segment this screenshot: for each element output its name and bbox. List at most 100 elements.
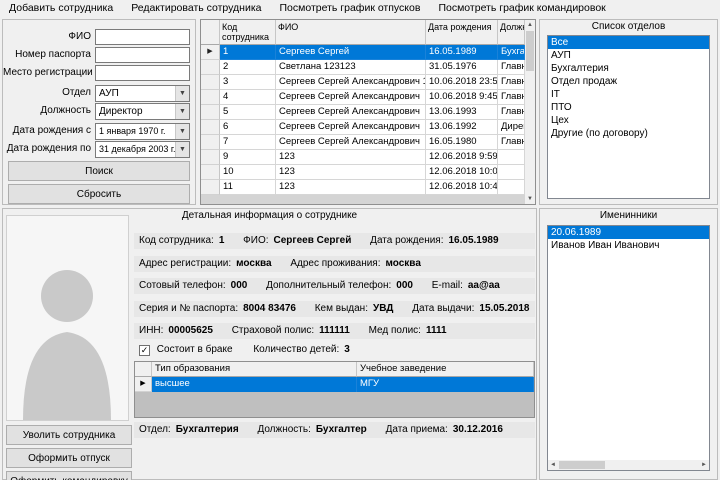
list-item[interactable]: Все: [548, 36, 709, 49]
cell-position: [498, 180, 525, 195]
list-item[interactable]: Отдел продаж: [548, 75, 709, 88]
cell-code: 2: [220, 60, 276, 75]
table-row[interactable]: 6 Сергеев Сергей Александрович 13.06.199…: [201, 120, 525, 135]
row-header: [201, 120, 220, 135]
passport-input[interactable]: [95, 47, 190, 63]
row-header: [201, 135, 220, 150]
fire-employee-button[interactable]: Уволить сотрудника: [6, 425, 132, 445]
departments-title: Список отделов: [591, 21, 666, 32]
position-label: Должность:: [257, 424, 311, 435]
med-policy-value: 1111: [425, 325, 447, 336]
table-row[interactable]: 11 123 12.06.2018 10:47: [201, 180, 525, 195]
position-select[interactable]: Директор ▼: [95, 103, 190, 120]
column-header-fio[interactable]: ФИО: [276, 20, 426, 45]
passport-label: Серия и № паспорта:: [139, 303, 239, 314]
birth-to-datepicker[interactable]: 31 декабря 2003 г. ▼: [95, 141, 190, 158]
email-label: E-mail:: [431, 280, 463, 291]
detail-row-job: Отдел: Бухгалтерия Должность: Бухгалтер Да…: [134, 422, 535, 438]
department-select[interactable]: АУП ▼: [95, 85, 190, 102]
table-row[interactable]: 5 Сергеев Сергей Александрович 13.06.199…: [201, 105, 525, 120]
cell-code: 9: [220, 150, 276, 165]
grid-vertical-scrollbar[interactable]: ▲ ▼: [525, 20, 535, 204]
table-row[interactable]: 9 123 12.06.2018 9:59: [201, 150, 525, 165]
cell-code: 11: [220, 180, 276, 195]
table-row[interactable]: 3 Сергеев Сергей Александрович 123123 10…: [201, 75, 525, 90]
table-row[interactable]: ▶ высшее МГУ: [135, 377, 534, 392]
cell-position: Бухгалтер: [498, 45, 525, 60]
row-header: [201, 60, 220, 75]
scroll-right-icon[interactable]: ►: [699, 462, 709, 468]
birth-from-value: 1 января 1970 г.: [99, 126, 166, 136]
scroll-left-icon[interactable]: ◄: [548, 462, 558, 468]
cell-position: [498, 150, 525, 165]
arrange-trip-button[interactable]: Оформить командировку: [6, 471, 132, 480]
list-item[interactable]: 20.06.1989: [548, 226, 709, 239]
list-item[interactable]: Бухгалтерия: [548, 62, 709, 75]
children-label: Количество детей:: [253, 344, 340, 355]
chevron-down-icon: ▼: [175, 86, 189, 101]
birth-label: Дата рождения:: [370, 235, 444, 246]
menu-trip-schedule[interactable]: Посмотреть график командировок: [429, 0, 614, 17]
birth-value: 16.05.1989: [448, 235, 499, 246]
employee-grid: Код сотрудника ФИО Дата рождения Должнос…: [200, 19, 536, 205]
column-header-birth[interactable]: Дата рождения: [426, 20, 498, 45]
birthdays-panel: Именинники 20.06.1989 Иванов Иван Иванов…: [539, 208, 718, 480]
grid-corner-cell: [135, 362, 152, 377]
table-row[interactable]: 2 Светлана 123123 31.05.1976 Главный: [201, 60, 525, 75]
birthdays-horizontal-scrollbar[interactable]: ◄ ►: [548, 460, 709, 470]
table-row[interactable]: 4 Сергеев Сергей Александрович 10.06.201…: [201, 90, 525, 105]
cell-fio: Сергеев Сергей Александрович: [276, 90, 426, 105]
detail-row-passport: Серия и № паспорта: 8004 83476 Кем выдан:…: [134, 301, 535, 317]
registration-input[interactable]: [95, 65, 190, 81]
scrollbar-thumb[interactable]: [559, 461, 605, 469]
cell-fio: Сергеев Сергей Александрович: [276, 135, 426, 150]
cell-code: 7: [220, 135, 276, 150]
row-header: [201, 180, 220, 195]
birth-from-datepicker[interactable]: 1 января 1970 г. ▼: [95, 123, 190, 140]
detail-row-documents: ИНН: 00005625 Страховой полис: 111111 Мед …: [134, 323, 535, 339]
scroll-down-icon[interactable]: ▼: [527, 194, 533, 204]
reset-button[interactable]: Сбросить: [8, 184, 190, 204]
table-row[interactable]: ▶ 1 Сергеев Сергей 16.05.1989 Бухгалтер: [201, 45, 525, 60]
med-policy-label: Мед полис:: [368, 325, 421, 336]
detail-row-identity: Код сотрудника: 1 ФИО: Сергеев Сергей Дата…: [134, 233, 535, 249]
cell-position: Главный: [498, 75, 525, 90]
menu-edit-employee[interactable]: Редактировать сотрудника: [122, 0, 270, 17]
scroll-up-icon[interactable]: ▲: [527, 20, 533, 30]
arrange-vacation-button[interactable]: Оформить отпуск: [6, 448, 132, 468]
menubar: Добавить сотрудника Редактировать сотруд…: [0, 0, 720, 17]
married-checkbox[interactable]: [139, 345, 150, 356]
search-button[interactable]: Поиск: [8, 161, 190, 181]
calendar-dropdown-icon: ▼: [175, 142, 189, 157]
cell-fio: Сергеев Сергей Александрович: [276, 105, 426, 120]
list-item[interactable]: IT: [548, 88, 709, 101]
list-item[interactable]: Цех: [548, 114, 709, 127]
row-header: [201, 150, 220, 165]
column-header-education-type[interactable]: Тип образования: [152, 362, 357, 377]
cell-phone-value: 000: [230, 280, 248, 291]
table-row[interactable]: 10 123 12.06.2018 10:02: [201, 165, 525, 180]
list-item[interactable]: Иванов Иван Иванович: [548, 239, 709, 252]
list-item[interactable]: АУП: [548, 49, 709, 62]
column-header-institution[interactable]: Учебное заведение: [357, 362, 534, 377]
department-label: Отдел:: [139, 424, 171, 435]
row-header: [201, 75, 220, 90]
table-row[interactable]: 7 Сергеев Сергей Александрович 16.05.198…: [201, 135, 525, 150]
scrollbar-thumb[interactable]: [526, 31, 534, 71]
cell-education-type: высшее: [152, 377, 357, 392]
column-header-code[interactable]: Код сотрудника: [220, 20, 276, 45]
passport-value: 8004 83476: [243, 303, 296, 314]
menu-vacation-schedule[interactable]: Посмотреть график отпусков: [271, 0, 430, 17]
fio-input[interactable]: [95, 29, 190, 45]
cell-position: Главный: [498, 135, 525, 150]
list-item[interactable]: ПТО: [548, 101, 709, 114]
code-label: Код сотрудника:: [139, 235, 214, 246]
cell-position: Директор: [498, 120, 525, 135]
menu-add-employee[interactable]: Добавить сотрудника: [0, 0, 122, 17]
employee-details-panel: Детальная информация о сотруднике Код со…: [2, 208, 537, 480]
insurance-label: Страховой полис:: [231, 325, 315, 336]
row-header: [201, 90, 220, 105]
position-selected-value: Директор: [99, 106, 143, 117]
column-header-position[interactable]: Должность: [498, 20, 525, 45]
list-item[interactable]: Другие (по договору): [548, 127, 709, 140]
